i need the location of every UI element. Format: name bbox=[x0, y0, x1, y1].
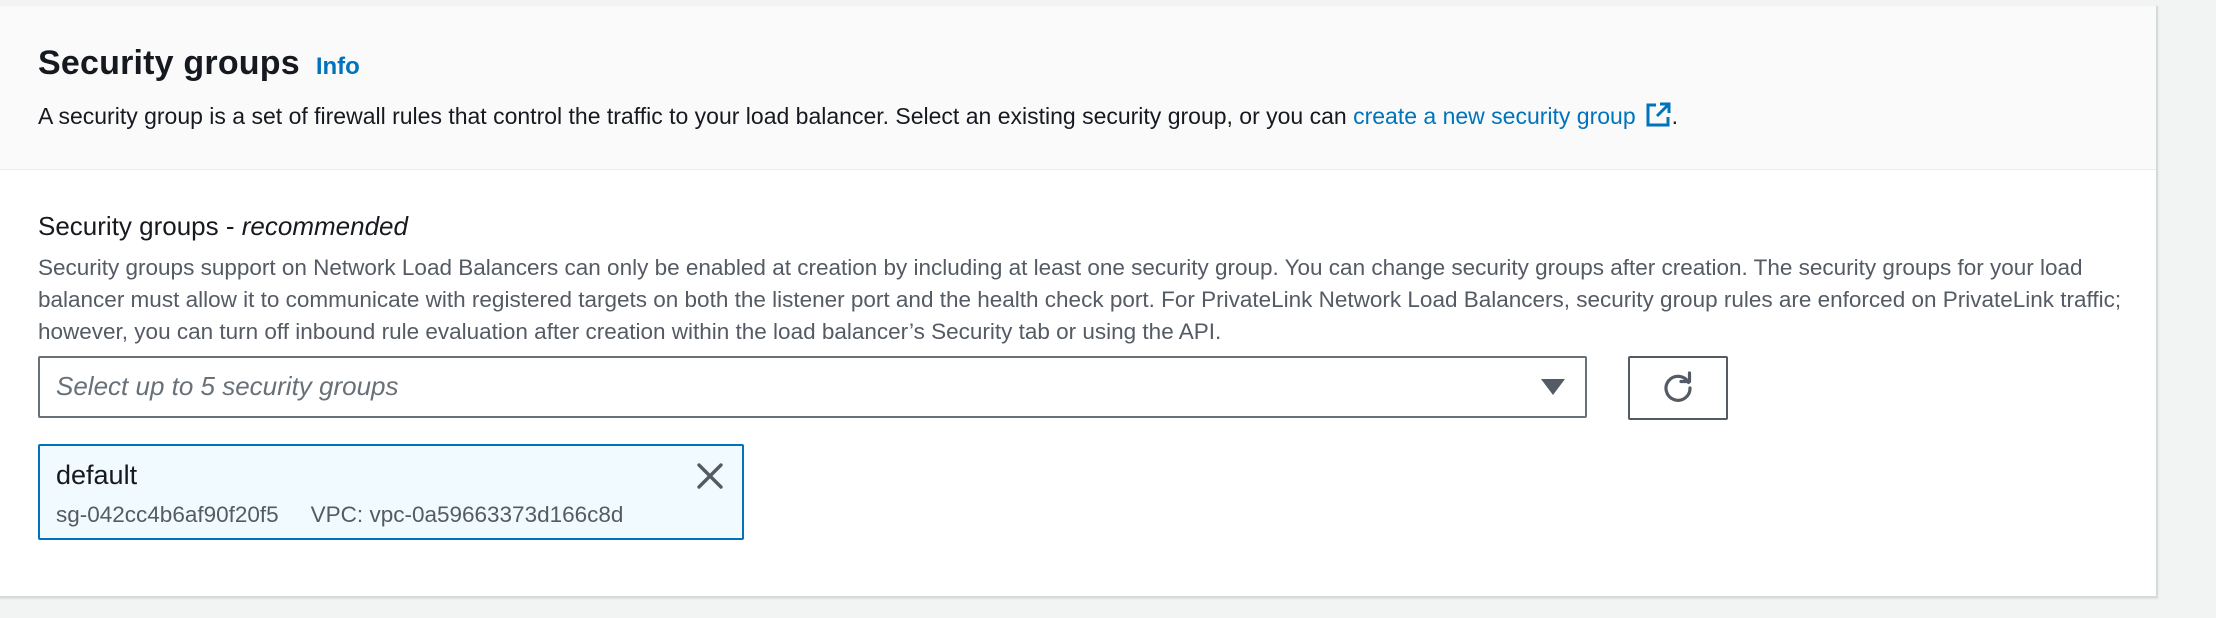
field-label-main: Security groups - bbox=[38, 211, 242, 241]
token-group-id: sg-042cc4b6af90f20f5 bbox=[56, 502, 279, 527]
security-groups-select[interactable]: Select up to 5 security groups bbox=[38, 356, 1587, 418]
close-icon bbox=[697, 463, 723, 489]
description-text: A security group is a set of firewall ru… bbox=[38, 103, 1354, 129]
external-link-icon bbox=[1644, 101, 1672, 129]
selected-security-group-token: default sg-042cc4b6af90f20f5 VPC: vpc-0a5… bbox=[38, 444, 744, 540]
info-link[interactable]: Info bbox=[316, 53, 360, 81]
security-groups-panel: Security groups Info A security group is… bbox=[0, 6, 2158, 598]
create-link-label: create a new security group bbox=[1353, 103, 1636, 129]
token-meta: sg-042cc4b6af90f20f5 VPC: vpc-0a59663373d… bbox=[56, 502, 623, 528]
caret-down-icon bbox=[1541, 379, 1565, 395]
description-suffix: . bbox=[1671, 103, 1679, 129]
field-description: Security groups support on Network Load … bbox=[38, 255, 2122, 344]
title-row: Security groups Info bbox=[38, 44, 360, 83]
remove-token-button[interactable] bbox=[692, 458, 728, 494]
refresh-button[interactable] bbox=[1628, 356, 1728, 420]
panel-header: Security groups Info A security group is… bbox=[0, 6, 2156, 170]
field-label-recommended: recommended bbox=[241, 211, 408, 241]
header-description: A security group is a set of firewall ru… bbox=[38, 101, 1678, 130]
token-group-name: default bbox=[56, 460, 138, 490]
token-vpc-id: VPC: vpc-0a59663373d166c8d bbox=[310, 502, 624, 527]
create-security-group-link[interactable]: create a new security group bbox=[1353, 101, 1672, 129]
refresh-icon bbox=[1664, 371, 1692, 402]
page-title: Security groups bbox=[38, 44, 300, 82]
select-placeholder: Select up to 5 security groups bbox=[56, 371, 399, 401]
field-label: Security groups - recommended bbox=[38, 211, 408, 242]
